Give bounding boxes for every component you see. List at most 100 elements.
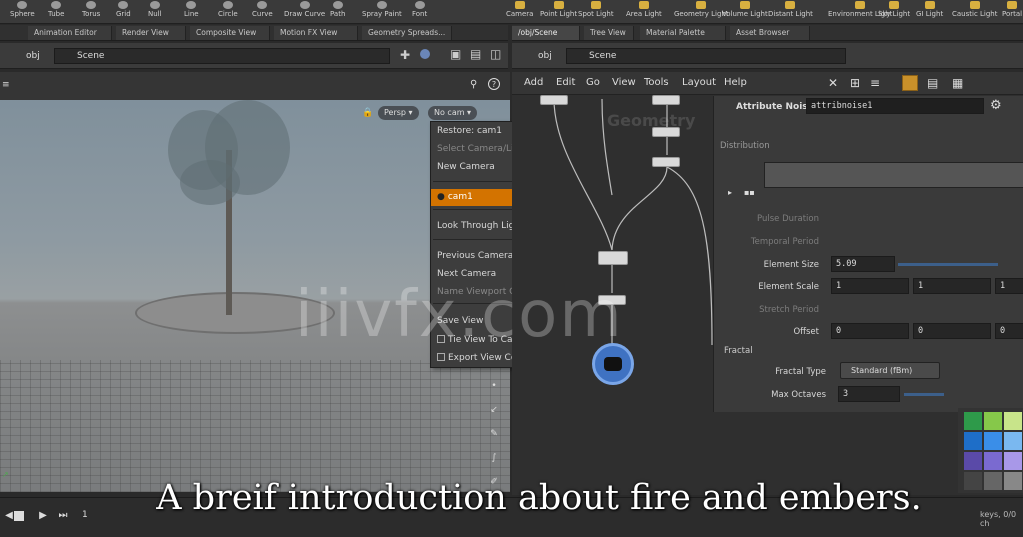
color-swatch[interactable] <box>964 452 982 470</box>
menu-help[interactable]: Help <box>724 77 747 89</box>
net-path-field[interactable]: Scene <box>566 48 846 64</box>
lock-icon[interactable]: 🔒 <box>362 108 373 118</box>
left-path-bar: obj Scene ✚ ▣ ▤ ◫ <box>0 43 508 69</box>
shelf-tool-spray-paint[interactable]: Spray Paint <box>362 0 402 24</box>
ramp-play-icon[interactable]: ▸ <box>728 188 732 197</box>
menu-layout[interactable]: Layout <box>682 77 716 89</box>
shelf-tool-curve[interactable]: Curve <box>252 0 273 24</box>
shelf-light-area-light[interactable]: Area Light <box>626 0 662 24</box>
shelf-tool-font[interactable]: Font <box>412 0 427 24</box>
path-root[interactable]: obj <box>26 48 40 64</box>
measure-tool-icon[interactable]: ↙ <box>488 404 500 416</box>
menu-tools[interactable]: Tools <box>644 77 669 89</box>
shelf-tool-torus[interactable]: Torus <box>82 0 100 24</box>
shelf-tool-null[interactable]: Null <box>148 0 162 24</box>
shelf-light-point-light[interactable]: Point Light <box>540 0 577 24</box>
globe-icon[interactable] <box>420 49 430 59</box>
ramp-editor[interactable] <box>764 162 1023 188</box>
tab-tree-view[interactable]: Tree View <box>584 26 634 40</box>
color-swatch[interactable] <box>984 412 1002 430</box>
shelf-light-camera[interactable]: Camera <box>506 0 533 24</box>
network-node[interactable] <box>540 95 568 105</box>
menu-go[interactable]: Go <box>586 77 600 89</box>
color-swatch[interactable] <box>1004 432 1022 450</box>
align-icon[interactable]: ≡ <box>870 76 880 90</box>
shelf-tool-path[interactable]: Path <box>330 0 345 24</box>
menu-edit[interactable]: Edit <box>556 77 575 89</box>
gear-icon[interactable]: ⚙ <box>990 98 1002 113</box>
shelf-light-distant-light[interactable]: Distant Light <box>768 0 813 24</box>
shelf-light-gi-light[interactable]: GI Light <box>916 0 943 24</box>
split-icon[interactable]: ◫ <box>490 47 501 61</box>
tab-material-palette[interactable]: Material Palette <box>640 26 726 40</box>
shelf-light-portal[interactable]: Portal <box>1002 0 1022 24</box>
color-swatch[interactable] <box>964 412 982 430</box>
checkbox-icon[interactable] <box>437 353 445 361</box>
offset-z[interactable]: 0 <box>995 323 1023 339</box>
tree-icon[interactable]: ⊞ <box>850 76 860 90</box>
color-swatch[interactable] <box>964 432 982 450</box>
color-swatch[interactable] <box>1004 412 1022 430</box>
camera-button[interactable]: No cam ▾ <box>428 106 478 120</box>
tab-animation-editor[interactable]: Animation Editor <box>28 26 112 40</box>
network-node[interactable] <box>652 157 680 167</box>
color-swatch[interactable] <box>984 432 1002 450</box>
path-tool-icon[interactable]: ∫ <box>488 452 500 464</box>
tab-geometry-spreads-[interactable]: Geometry Spreads... <box>362 26 452 40</box>
light-tool-icon <box>514 1 525 9</box>
help-icon[interactable]: ? <box>488 78 500 90</box>
tab-asset-browser[interactable]: Asset Browser <box>730 26 810 40</box>
element-scale-z[interactable]: 1 <box>995 278 1023 294</box>
element-scale-x[interactable]: 1 <box>831 278 909 294</box>
shelf-tool-draw-curve[interactable]: Draw Curve <box>284 0 325 24</box>
shelf-light-spot-light[interactable]: Spot Light <box>578 0 614 24</box>
tab-motion-fx-view[interactable]: Motion FX View <box>274 26 358 40</box>
element-size-field[interactable]: 5.09 <box>831 256 895 272</box>
shelf-tool-circle[interactable]: Circle <box>218 0 238 24</box>
shelf-tool-line[interactable]: Line <box>184 0 199 24</box>
list-view-icon[interactable]: ▤ <box>927 76 938 90</box>
network-options-icon[interactable]: ▦ <box>952 76 963 90</box>
shelf-light-sky-light[interactable]: Sky Light <box>878 0 910 24</box>
shelf-light-caustic-light[interactable]: Caustic Light <box>952 0 998 24</box>
shelf-tool-grid[interactable]: Grid <box>116 0 131 24</box>
layout-icon[interactable]: ▤ <box>470 47 481 61</box>
offset-x[interactable]: 0 <box>831 323 909 339</box>
wrench-icon[interactable]: ✕ <box>828 76 838 90</box>
network-node[interactable] <box>652 95 680 105</box>
shelf-tool-tube[interactable]: Tube <box>48 0 64 24</box>
node-name-field[interactable]: attribnoise1 <box>806 98 984 114</box>
color-swatch[interactable] <box>1004 452 1022 470</box>
max-octaves-slider[interactable] <box>904 393 944 396</box>
tab--obj-scene[interactable]: /obj/Scene <box>512 26 580 40</box>
fractal-type-select[interactable]: Standard (fBm) <box>840 362 940 379</box>
grid-view-icon[interactable] <box>902 75 918 91</box>
net-path-root[interactable]: obj <box>538 48 552 64</box>
color-swatch[interactable] <box>984 452 1002 470</box>
menu-add[interactable]: Add <box>524 77 543 89</box>
offset-y[interactable]: 0 <box>913 323 991 339</box>
fractal-section[interactable]: Fractal <box>724 346 753 356</box>
snapshot-icon[interactable]: ▣ <box>450 47 461 61</box>
element-scale-y[interactable]: 1 <box>913 278 991 294</box>
tab-composite-view[interactable]: Composite View <box>190 26 270 40</box>
max-octaves-field[interactable]: 3 <box>838 386 900 402</box>
shelf-tool-sphere[interactable]: Sphere <box>10 0 35 24</box>
brush-tool-icon[interactable]: ✎ <box>488 428 500 440</box>
network-node[interactable] <box>598 251 628 265</box>
shelf-light-geometry-light[interactable]: Geometry Light <box>674 0 729 24</box>
path-field[interactable]: Scene <box>54 48 390 64</box>
viewport-tools-icon[interactable]: ⚲ <box>470 79 477 90</box>
persp-button[interactable]: Persp ▾ <box>378 106 419 120</box>
tab-render-view[interactable]: Render View <box>116 26 186 40</box>
shelf-light-volume-light[interactable]: Volume Light <box>722 0 768 24</box>
dot-tool-icon[interactable]: • <box>488 380 500 392</box>
ramp-menu-icon[interactable]: ▪▪ <box>744 188 755 197</box>
network-node[interactable] <box>652 127 680 137</box>
pin-icon[interactable]: ✚ <box>400 48 410 62</box>
element-size-slider[interactable] <box>898 263 998 266</box>
viewport-menu-icon[interactable]: ≡ <box>2 80 10 90</box>
menu-view[interactable]: View <box>612 77 636 89</box>
shelf-tool-icon <box>332 1 343 9</box>
distribution-section[interactable]: Distribution <box>720 141 770 151</box>
